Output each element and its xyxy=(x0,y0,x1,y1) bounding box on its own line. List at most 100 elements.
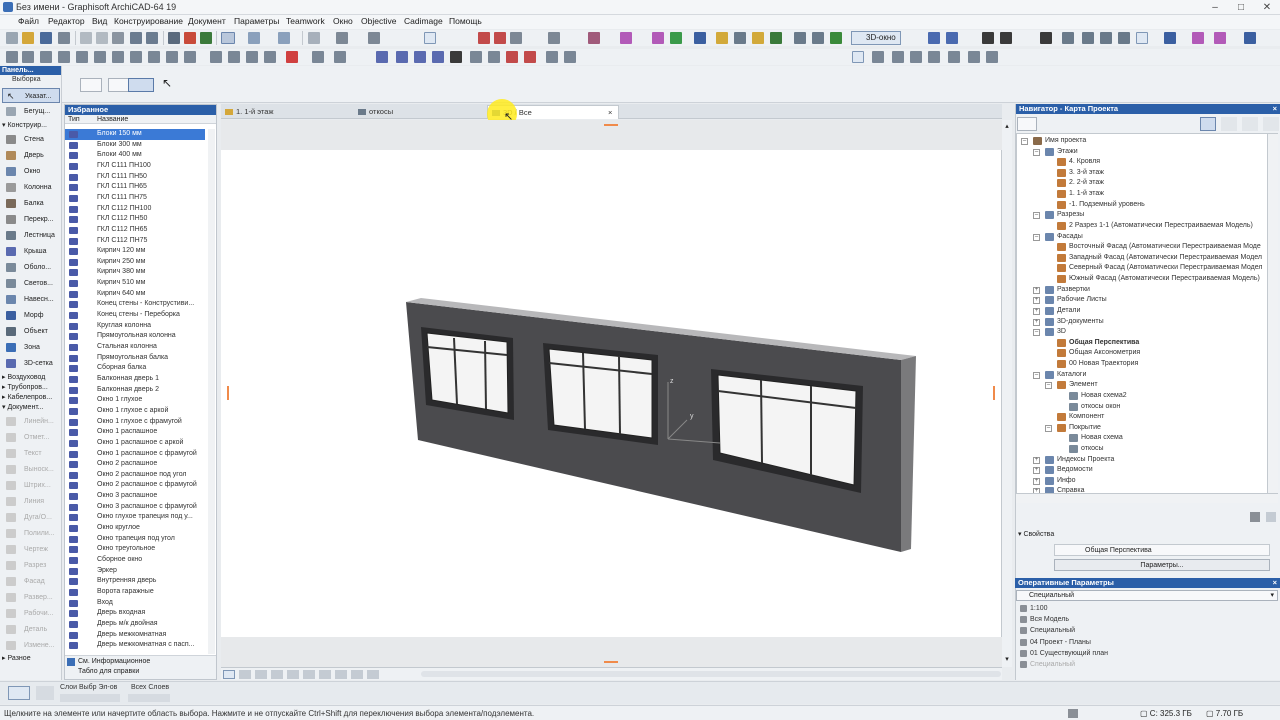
previous-zoom-icon[interactable] xyxy=(287,670,299,679)
all-layers-buttons[interactable] xyxy=(128,694,170,702)
collapse-toggle-icon[interactable]: – xyxy=(1033,148,1040,156)
bring-forward-icon[interactable] xyxy=(94,51,106,63)
3d-projection-icon[interactable] xyxy=(928,32,940,44)
tab-otkosy[interactable]: откосы xyxy=(354,105,486,119)
fit-window-icon[interactable] xyxy=(271,670,283,679)
delete-icon[interactable] xyxy=(286,51,298,63)
save-icon[interactable] xyxy=(40,32,52,44)
menu-design[interactable]: Конструирование xyxy=(114,16,183,26)
tab-close-icon[interactable]: × xyxy=(608,106,612,120)
favorite-item[interactable]: Сборная балка xyxy=(65,363,205,374)
menu-options[interactable]: Параметры xyxy=(234,16,279,26)
favorite-item[interactable]: Внутренняя дверь xyxy=(65,576,205,587)
redo-icon[interactable] xyxy=(146,32,158,44)
favorite-item[interactable]: Блоки 300 мм xyxy=(65,140,205,151)
tool-8[interactable]: Оболо... xyxy=(2,260,60,275)
favorite-item[interactable]: Окно 3 распашное с фрамугой xyxy=(65,502,205,513)
tool-7[interactable]: Крыша xyxy=(2,244,60,259)
favorite-item[interactable]: Балконная дверь 1 xyxy=(65,374,205,385)
adjust-icon[interactable] xyxy=(510,32,522,44)
navigator-close-icon[interactable]: × xyxy=(1273,104,1277,114)
doc-tool-6[interactable]: Дуга/О... xyxy=(2,510,60,525)
solid-ops-icon[interactable] xyxy=(588,32,600,44)
favorite-item[interactable]: Окно 1 глухое с аркой xyxy=(65,406,205,417)
menu-editor[interactable]: Редактор xyxy=(48,16,85,26)
col-type[interactable]: Тип xyxy=(68,115,80,124)
mep-group-0[interactable]: ▸ Воздуховод xyxy=(2,373,60,381)
quick-option-item[interactable]: 01 Существующий план xyxy=(1018,648,1273,659)
tool-12[interactable]: Объект xyxy=(2,324,60,339)
eye-icon[interactable] xyxy=(8,686,30,700)
undo-status-icon[interactable] xyxy=(1068,709,1078,718)
quick-option-item[interactable]: Специальный xyxy=(1018,659,1273,670)
favorite-item[interactable]: ГКЛ С111 ПН75 xyxy=(65,193,205,204)
layout-book-icon[interactable] xyxy=(1242,117,1258,131)
interior-elev-icon[interactable] xyxy=(752,32,764,44)
align-icon[interactable] xyxy=(130,51,142,63)
tool-0[interactable]: Стена xyxy=(2,132,60,147)
layer-icon[interactable] xyxy=(396,51,408,63)
favorite-item[interactable]: Окно 2 распашное под угол xyxy=(65,470,205,481)
favorite-item[interactable]: Круглая колонна xyxy=(65,321,205,332)
quick-options-dropdown[interactable]: Специальный ▾ xyxy=(1016,590,1278,601)
suspend-groups-icon[interactable] xyxy=(40,51,52,63)
quick-option-item[interactable]: Вся Модель xyxy=(1018,614,1273,625)
materials-icon[interactable] xyxy=(1192,32,1204,44)
expand-toggle-icon[interactable]: + xyxy=(1033,318,1040,326)
doc-tool-1[interactable]: Отмет... xyxy=(2,430,60,445)
orbit-view-icon[interactable] xyxy=(335,670,347,679)
doc-tool-8[interactable]: Чертеж xyxy=(2,542,60,557)
collapse-square-icon[interactable] xyxy=(1266,512,1276,522)
doc-tool-4[interactable]: Штрих... xyxy=(2,478,60,493)
expand-toggle-icon[interactable]: + xyxy=(1033,307,1040,315)
render-icon[interactable] xyxy=(670,32,682,44)
offset-icon[interactable] xyxy=(548,32,560,44)
favorite-item[interactable]: Кирпич 510 мм xyxy=(65,278,205,289)
favorite-item[interactable]: Дверь м/к двойная xyxy=(65,619,205,630)
pan-view-icon[interactable] xyxy=(319,670,331,679)
navtree-vscroll[interactable] xyxy=(1268,133,1278,494)
collapse-toggle-icon[interactable]: – xyxy=(1033,212,1040,220)
orbit-icon[interactable] xyxy=(1000,32,1012,44)
more-group[interactable]: ▸ Разное xyxy=(2,654,60,662)
walk-icon[interactable] xyxy=(982,32,994,44)
project-map-icon[interactable] xyxy=(1200,117,1216,131)
viewport-vscroll[interactable]: ▴ ▾ xyxy=(1002,120,1012,667)
favorite-item[interactable]: Окно 2 распашное с фрамугой xyxy=(65,480,205,491)
shadow-icon[interactable] xyxy=(1214,32,1226,44)
explode-icon[interactable] xyxy=(334,51,346,63)
maximize-icon[interactable]: □ xyxy=(1228,0,1254,15)
favorite-item[interactable]: Конец стены - Конструстиви... xyxy=(65,299,205,310)
favorite-item[interactable]: Окно треугольное xyxy=(65,544,205,555)
tab-floor-plan[interactable]: 1. 1-й этаж xyxy=(221,105,353,119)
home-view-icon[interactable] xyxy=(968,51,980,63)
tool-14[interactable]: 3D-сетка xyxy=(2,356,60,371)
doc-tool-14[interactable]: Измене... xyxy=(2,638,60,653)
expand-toggle-icon[interactable]: + xyxy=(1033,286,1040,294)
favorite-item[interactable]: Окно трапеция под угол xyxy=(65,534,205,545)
3d-filter-icon[interactable] xyxy=(1082,32,1094,44)
3d-settings-icon[interactable] xyxy=(986,51,998,63)
zoom-out-icon[interactable] xyxy=(255,670,267,679)
favorite-item[interactable]: ГКЛ С112 ПН50 xyxy=(65,214,205,225)
quick-options-close-icon[interactable]: × xyxy=(1273,578,1277,588)
3d-window-button[interactable]: 3D-окно xyxy=(851,31,901,45)
favorite-item[interactable]: Окно глухое трапеция под у... xyxy=(65,512,205,523)
properties-name-field[interactable]: Общая Перспектива xyxy=(1054,544,1270,556)
favorite-item[interactable]: ГКЛ С111 ПН65 xyxy=(65,182,205,193)
document-group[interactable]: ▾ Документ... xyxy=(2,403,60,411)
magic-wand-icon[interactable] xyxy=(424,32,436,44)
orbit-mode-icon[interactable] xyxy=(872,51,884,63)
cursor-snap-icon[interactable] xyxy=(470,51,482,63)
menu-window[interactable]: Окно xyxy=(333,16,353,26)
favorite-item[interactable]: Стальная колонна xyxy=(65,342,205,353)
detail-icon[interactable] xyxy=(794,32,806,44)
favorite-item[interactable]: Окно 1 распашное с аркой xyxy=(65,438,205,449)
favorite-item[interactable]: Окно 1 распашное xyxy=(65,427,205,438)
walk-mode-icon[interactable] xyxy=(892,51,904,63)
syringe-icon[interactable] xyxy=(200,32,212,44)
paste-icon[interactable] xyxy=(112,32,124,44)
surface-paint-icon[interactable] xyxy=(620,32,632,44)
arrow-pointer-icon[interactable]: ↖ xyxy=(162,76,174,90)
group-icon[interactable] xyxy=(6,51,18,63)
